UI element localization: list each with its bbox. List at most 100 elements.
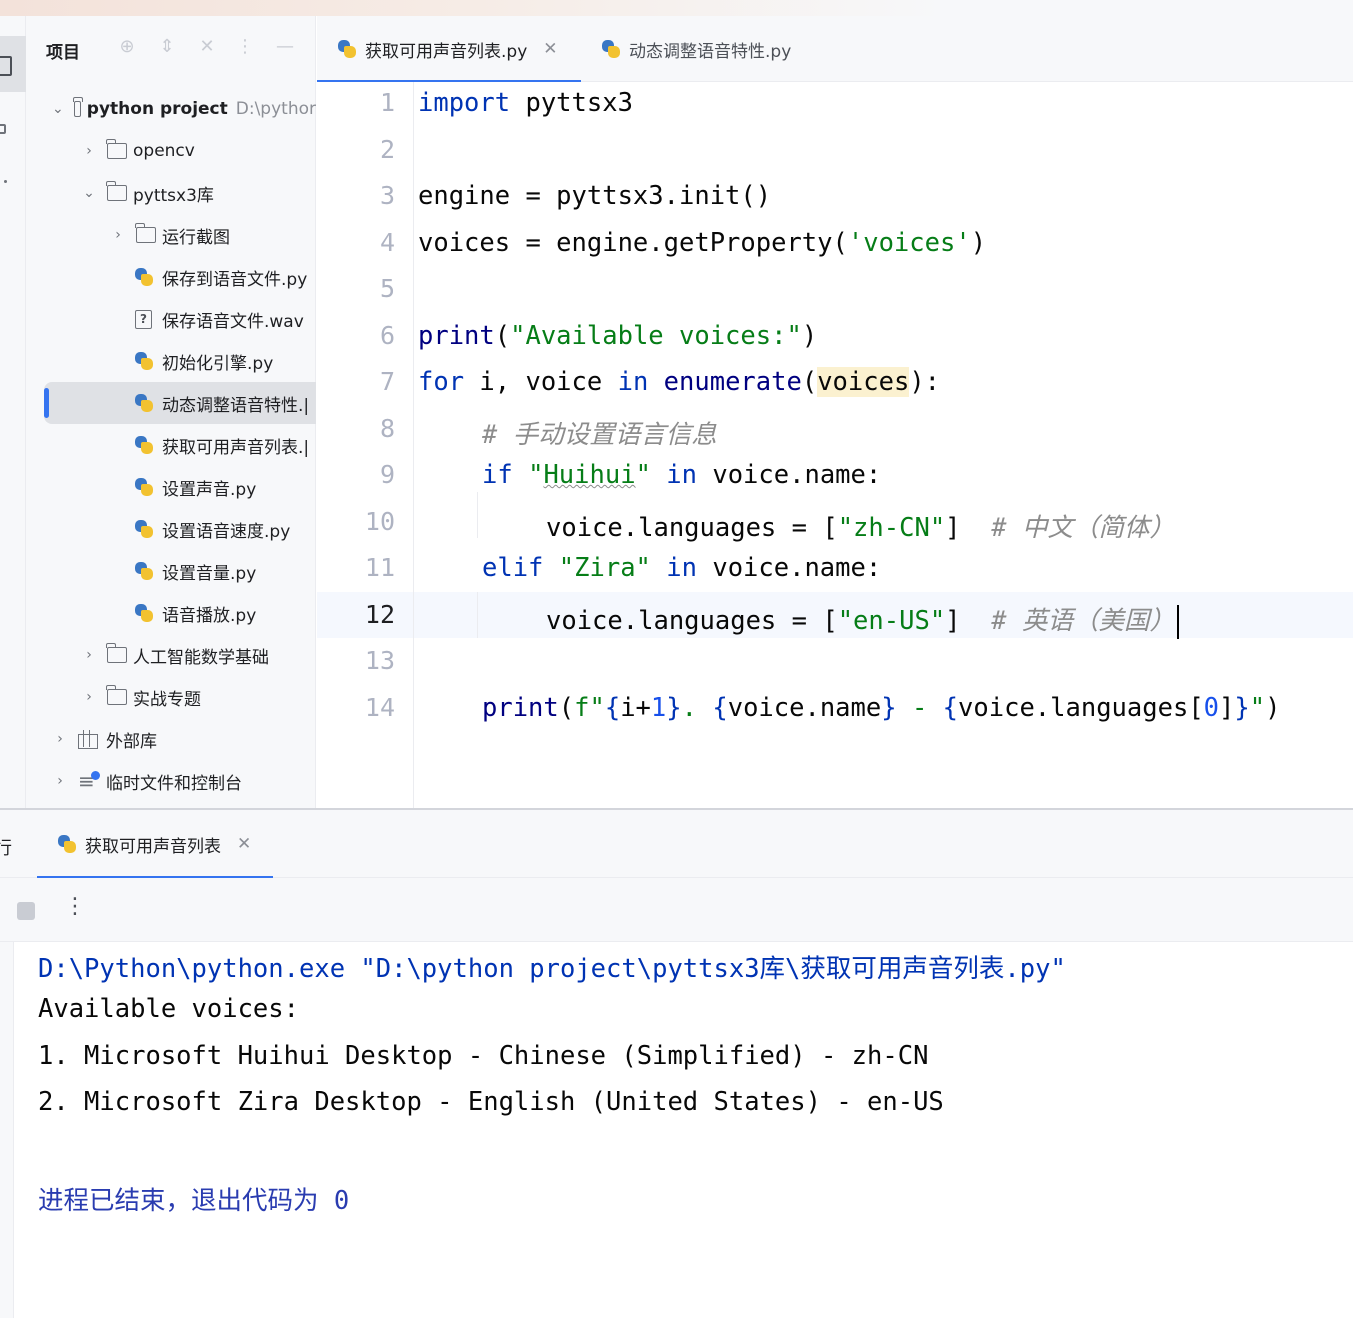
more-tools-icon[interactable] [4,180,7,183]
indent-guide [477,492,478,538]
collapse-all-icon[interactable]: ✕ [196,36,218,58]
tab-dynamic-voice[interactable]: 动态调整语音特性.py [581,16,841,82]
code-token: for [418,367,465,397]
code-line-8[interactable]: # 手动设置语言信息 [482,414,717,451]
code-line-1[interactable]: import pyttsx3 [418,88,633,118]
python-file-icon [134,267,154,287]
tree-item-ai-math[interactable]: › 人工智能数学基础 [26,634,316,676]
code-token: ) [1265,693,1281,723]
tree-item-file[interactable]: 设置语音速度.py [26,508,316,550]
scratch-console-icon [78,769,100,793]
close-icon[interactable]: ✕ [543,39,557,59]
code-token: elif [482,553,544,583]
code-line-9[interactable]: if "Huihui" in voice.name: [482,460,881,490]
chevron-right-icon[interactable]: › [81,143,97,159]
hide-panel-icon[interactable]: — [274,36,296,58]
python-file-icon [134,561,154,581]
tree-item-file[interactable]: 设置声音.py [26,466,316,508]
run-panel: 行 获取可用声音列表 ✕ ⋮ D:\Python\python.exe "D:\… [0,810,1353,1318]
options-menu-icon[interactable]: ⋮ [234,36,256,58]
tree-item-file[interactable]: ? 保存语音文件.wav [26,298,316,340]
tree-item-label: 保存语音文件.wav [162,311,304,332]
tree-item-pyttsx3[interactable]: ⌄ pyttsx3库 [26,172,316,214]
stop-button[interactable] [17,902,35,920]
indent-guide [477,592,478,638]
tree-item-practice[interactable]: › 实战专题 [26,676,316,718]
project-tool-button[interactable] [0,36,26,92]
code-token: voices = engine.getProperty( [418,228,848,258]
tree-item-file[interactable]: 语音播放.py [26,592,316,634]
code-token: in [666,460,697,490]
tree-item-file[interactable]: 设置音量.py [26,550,316,592]
code-line-11[interactable]: elif "Zira" in voice.name: [482,553,881,583]
tree-item-scratches[interactable]: › 临时文件和控制台 [26,760,316,802]
chevron-right-icon[interactable]: › [110,227,126,243]
code-token: in [617,367,649,397]
tree-item-opencv[interactable]: › opencv [26,130,316,172]
chevron-down-icon[interactable]: ⌄ [52,101,64,117]
run-panel-title[interactable]: 行 [0,834,12,860]
chevron-down-icon[interactable]: ⌄ [81,185,97,201]
code-token: i+ [620,693,651,723]
code-token: voice.languages = [ [546,513,838,543]
code-token: voice.name: [697,460,882,490]
tree-item-file-selected[interactable]: 动态调整语音特性.| [44,382,316,424]
tree-item-label: 设置语音速度.py [162,521,291,542]
code-line-6[interactable]: print("Available voices:") [418,321,817,351]
folder-icon [72,97,83,117]
tree-item-label: 获取可用声音列表.| [162,437,310,458]
tree-item-file[interactable]: 获取可用声音列表.| [26,424,316,466]
tree-item-label: 动态调整语音特性.| [162,395,310,416]
code-editor[interactable]: 1 2 3 4 5 6 7 8 9 10 11 12 13 14 import … [317,82,1353,809]
tree-item-label: 设置声音.py [162,479,257,500]
folder-icon [135,223,156,243]
code-token: ): [909,367,941,397]
project-panel-title[interactable]: 项目 [46,38,80,63]
chevron-right-icon[interactable]: › [81,647,97,663]
commit-tool-icon[interactable] [0,124,6,134]
tree-item-label: 设置音量.py [162,563,257,584]
code-line-7[interactable]: for i, voice in enumerate(voices): [418,367,940,397]
tab-label: 获取可用声音列表.py [365,41,528,62]
chevron-right-icon[interactable]: › [81,689,97,705]
console-line: 进程已结束，退出代码为 0 [38,1186,350,1216]
expand-collapse-icon[interactable]: ⇕ [156,36,178,58]
code-line-3[interactable]: engine = pyttsx3.init() [418,181,771,211]
tab-get-voices[interactable]: 获取可用声音列表.py ✕ [317,16,581,83]
tree-item-python-project[interactable]: ⌄ python project D:\pythor [26,88,316,130]
code-line-4[interactable]: voices = engine.getProperty('voices') [418,228,986,258]
tree-item-path: D:\pythor [235,99,316,119]
code-line-10[interactable]: voice.languages = ["zh-CN"] # 中文（简体） [546,507,1175,544]
tree-item-label: 实战专题 [133,689,201,710]
tree-item-label: 人工智能数学基础 [133,647,269,668]
tool-window-strip [0,16,26,810]
tree-item-file[interactable]: 初始化引擎.py [26,340,316,382]
tree-item-label: 临时文件和控制台 [106,773,242,794]
more-options-icon[interactable]: ⋮ [64,894,86,919]
locate-icon[interactable]: ⊕ [116,36,138,58]
code-token: } [1234,693,1250,723]
code-token: pyttsx3 [510,88,633,118]
code-token: ] [1219,693,1235,723]
python-file-icon [134,477,154,497]
close-icon[interactable]: ✕ [237,834,251,854]
code-line-12[interactable]: voice.languages = ["en-US"] # 英语（美国） [546,600,1179,639]
code-line-14[interactable]: print(f"{i+1}. {voice.name} - {voice.lan… [482,693,1280,723]
run-tab[interactable]: 获取可用声音列表 ✕ [37,810,274,879]
console-output[interactable]: D:\Python\python.exe "D:\python project\… [38,942,1066,1216]
tree-item-external-libraries[interactable]: › 外部库 [26,718,316,760]
code-token: ( [494,321,511,351]
project-panel: 项目 ⊕ ⇕ ✕ ⋮ — ⌄ python project D:\pythor … [26,16,316,810]
code-token: 0 [1203,693,1220,723]
code-token: engine = pyttsx3.init() [418,181,772,211]
code-token: "Available voices:" [510,321,802,351]
code-token: f" [574,693,605,723]
tree-item-label: 语音播放.py [162,605,257,626]
run-toolbar: ⋮ [0,878,1353,942]
chevron-right-icon[interactable]: › [52,773,68,789]
folder-icon [106,685,127,705]
code-token: in [666,553,697,583]
chevron-right-icon[interactable]: › [52,731,68,747]
tree-item-file[interactable]: 保存到语音文件.py [26,256,316,298]
tree-item-screenshots[interactable]: › 运行截图 [26,214,316,256]
